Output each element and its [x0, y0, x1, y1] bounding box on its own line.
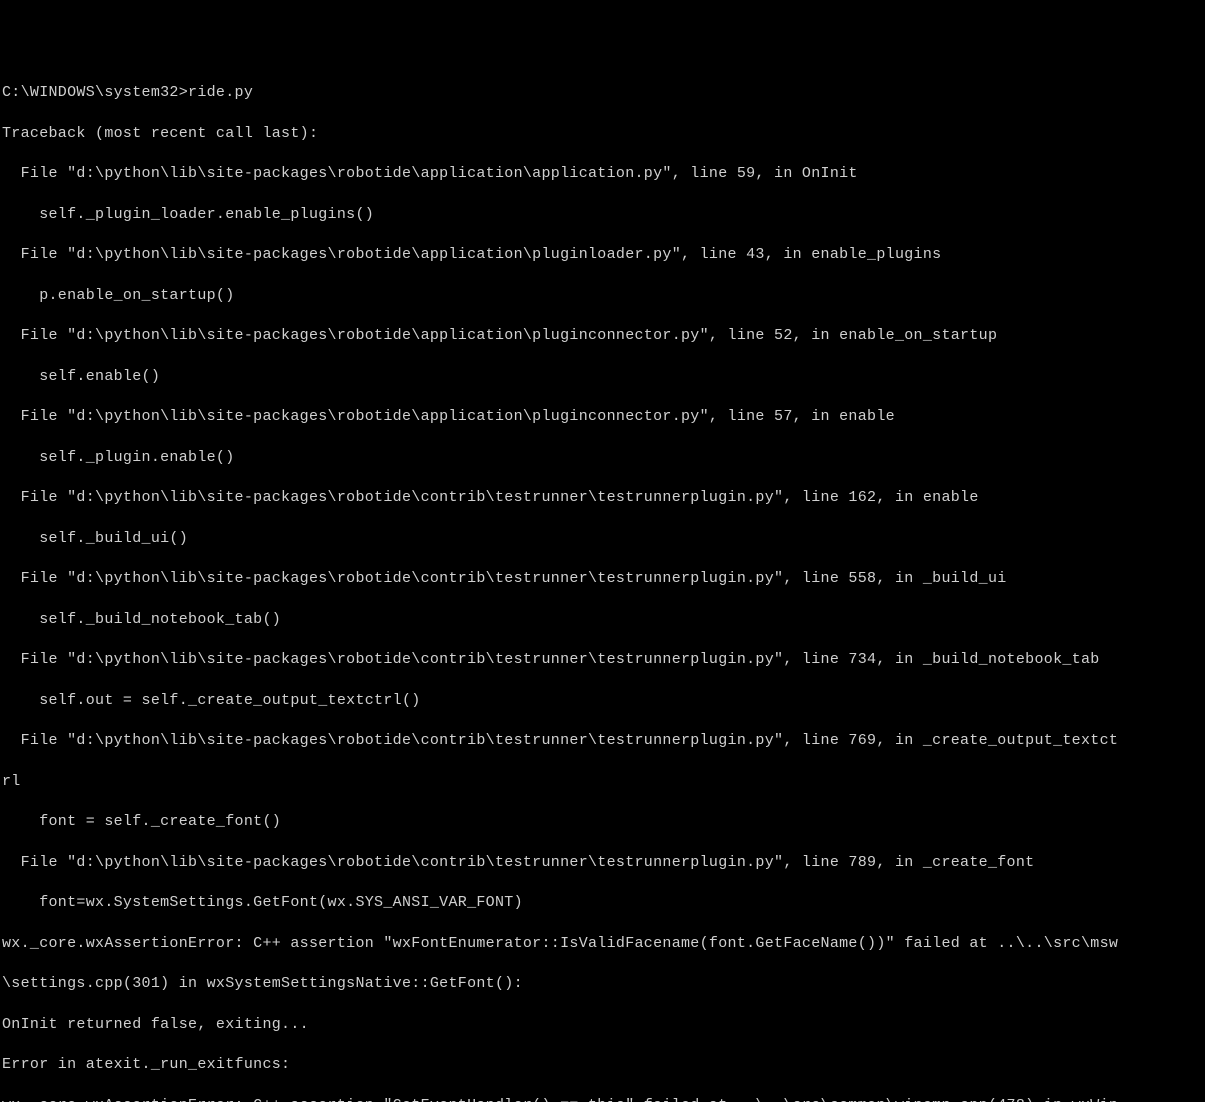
traceback-code-line: wx._core.wxAssertionError: C++ assertion… [2, 934, 1203, 954]
error-line: Error in atexit._run_exitfuncs: [2, 1055, 1203, 1075]
traceback-file-line: font=wx.SystemSettings.GetFont(wx.SYS_AN… [2, 893, 1203, 913]
traceback-file-line: File "d:\python\lib\site-packages\roboti… [2, 569, 1203, 589]
traceback-code-line: p.enable_on_startup() [2, 286, 1203, 306]
prompt-line: C:\WINDOWS\system32>ride.py [2, 83, 1203, 103]
traceback-file-line: File "d:\python\lib\site-packages\roboti… [2, 326, 1203, 346]
error-line: \settings.cpp(301) in wxSystemSettingsNa… [2, 974, 1203, 994]
traceback-header: Traceback (most recent call last): [2, 124, 1203, 144]
traceback-file-line: File "d:\python\lib\site-packages\roboti… [2, 650, 1203, 670]
traceback-code-line: File "d:\python\lib\site-packages\roboti… [2, 853, 1203, 873]
error-line: wx._core.wxAssertionError: C++ assertion… [2, 1096, 1203, 1102]
traceback-file-line: font = self._create_font() [2, 812, 1203, 832]
traceback-code-line: self._plugin.enable() [2, 448, 1203, 468]
traceback-code-line: self.enable() [2, 367, 1203, 387]
traceback-code-line: self.out = self._create_output_textctrl(… [2, 691, 1203, 711]
traceback-file-line: File "d:\python\lib\site-packages\roboti… [2, 164, 1203, 184]
traceback-file-line: File "d:\python\lib\site-packages\roboti… [2, 488, 1203, 508]
traceback-code-line: self._plugin_loader.enable_plugins() [2, 205, 1203, 225]
traceback-code-line: rl [2, 772, 1203, 792]
traceback-code-line: self._build_ui() [2, 529, 1203, 549]
traceback-file-line: File "d:\python\lib\site-packages\roboti… [2, 407, 1203, 427]
error-line: OnInit returned false, exiting... [2, 1015, 1203, 1035]
traceback-code-line: self._build_notebook_tab() [2, 610, 1203, 630]
traceback-file-line: File "d:\python\lib\site-packages\roboti… [2, 731, 1203, 751]
traceback-file-line: File "d:\python\lib\site-packages\roboti… [2, 245, 1203, 265]
